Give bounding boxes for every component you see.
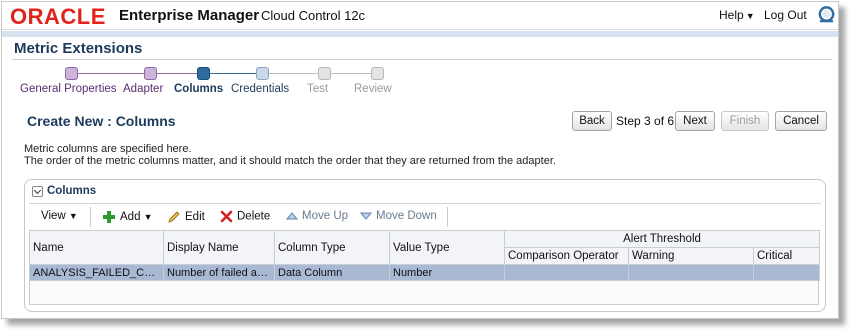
help-menu[interactable]: Help ▼ (719, 8, 755, 22)
cancel-button[interactable]: Cancel (775, 111, 827, 131)
oracle-logo: ORACLE (10, 4, 106, 29)
table-row[interactable]: ANALYSIS_FAILED_COUNT Number of failed a… (29, 264, 821, 281)
add-button[interactable]: Add ▼ (102, 210, 153, 224)
chevron-down-icon: ▼ (68, 211, 78, 221)
description-line-1: Metric columns are specified here. (24, 143, 192, 155)
move-up-button[interactable]: Move Up (286, 210, 348, 222)
move-up-label: Move Up (302, 210, 349, 222)
train-connector (151, 73, 203, 74)
col-header-column-type[interactable]: Column Type (274, 230, 390, 265)
train-step-general-properties[interactable] (65, 67, 78, 80)
move-down-button[interactable]: Move Down (360, 210, 437, 222)
page-title: Metric Extensions (14, 40, 143, 57)
train-connector (71, 73, 151, 74)
train-label-columns: Columns (174, 83, 224, 95)
arrow-down-icon (360, 212, 372, 220)
move-down-label: Move Down (376, 210, 437, 222)
train-label-review: Review (354, 83, 392, 95)
pencil-icon (168, 211, 180, 223)
view-menu[interactable]: View ▼ (41, 210, 78, 222)
train-label-adapter[interactable]: Adapter (123, 83, 163, 95)
train-connector (203, 73, 263, 74)
delete-label: Delete (237, 210, 271, 223)
columns-table: Name Display Name Column Type Value Type… (29, 230, 821, 281)
columns-toolbar: View ▼ Add ▼ Edit Delete Move Up Move Do… (29, 205, 821, 229)
cell-display-name: Number of failed an... (163, 264, 275, 281)
table-empty-area (29, 281, 819, 305)
columns-panel: Columns View ▼ Add ▼ Edit Delete Move Up… (24, 179, 826, 312)
plus-icon (103, 211, 115, 223)
train-step-columns (197, 67, 210, 80)
col-header-alert-threshold: Alert Threshold (503, 230, 821, 248)
toolbar-separator (90, 207, 91, 227)
edit-label: Edit (185, 211, 205, 224)
header-strip (2, 31, 838, 37)
app-subtitle: Cloud Control 12c (261, 8, 366, 23)
cell-column-type: Data Column (274, 264, 390, 281)
cell-name: ANALYSIS_FAILED_COUNT (29, 264, 164, 281)
cell-comparison-operator (504, 264, 629, 281)
train-step-adapter[interactable] (144, 67, 157, 80)
section-title: Create New : Columns (27, 113, 176, 129)
cell-warning (628, 264, 754, 281)
delete-button[interactable]: Delete (220, 210, 270, 223)
collapse-icon[interactable] (32, 186, 43, 197)
view-label: View (41, 210, 66, 222)
step-indicator: Step 3 of 6 (616, 114, 675, 128)
cell-critical (752, 264, 821, 281)
edit-button[interactable]: Edit (167, 210, 205, 224)
col-header-name[interactable]: Name (29, 230, 164, 265)
app-title: Enterprise Manager (119, 7, 260, 24)
chevron-down-icon: ▼ (143, 212, 153, 223)
description-line-2: The order of the metric columns matter, … (24, 155, 556, 167)
next-button[interactable]: Next (675, 111, 715, 131)
train-step-test (318, 67, 331, 80)
delete-x-icon (220, 210, 233, 223)
cell-value-type: Number (389, 264, 505, 281)
panel-header: Columns (25, 180, 825, 204)
global-header: ORACLE Enterprise Manager Cloud Control … (2, 2, 838, 30)
panel-divider (29, 203, 821, 204)
oracle-ring-icon (818, 6, 835, 23)
col-header-value-type[interactable]: Value Type (389, 230, 505, 265)
train-label-general-properties[interactable]: General Properties (20, 83, 117, 95)
col-header-comparison-operator[interactable]: Comparison Operator (504, 247, 629, 265)
app-window: ORACLE Enterprise Manager Cloud Control … (1, 1, 839, 319)
train-label-test: Test (307, 83, 329, 95)
panel-title: Columns (47, 185, 97, 197)
col-header-warning[interactable]: Warning (628, 247, 754, 265)
back-button[interactable]: Back (572, 111, 612, 131)
arrow-up-icon (286, 212, 298, 220)
chevron-down-icon: ▼ (745, 11, 755, 21)
add-label: Add (120, 211, 141, 224)
help-label: Help (719, 8, 744, 22)
finish-button: Finish (721, 111, 769, 131)
toolbar-separator (447, 207, 448, 227)
train-label-credentials[interactable]: Credentials (231, 83, 289, 95)
col-header-critical[interactable]: Critical (752, 247, 821, 265)
title-divider (12, 59, 832, 60)
logout-link[interactable]: Log Out (764, 8, 807, 22)
train-step-review (371, 67, 384, 80)
train-step-credentials[interactable] (256, 67, 269, 80)
col-header-display-name[interactable]: Display Name (163, 230, 275, 265)
